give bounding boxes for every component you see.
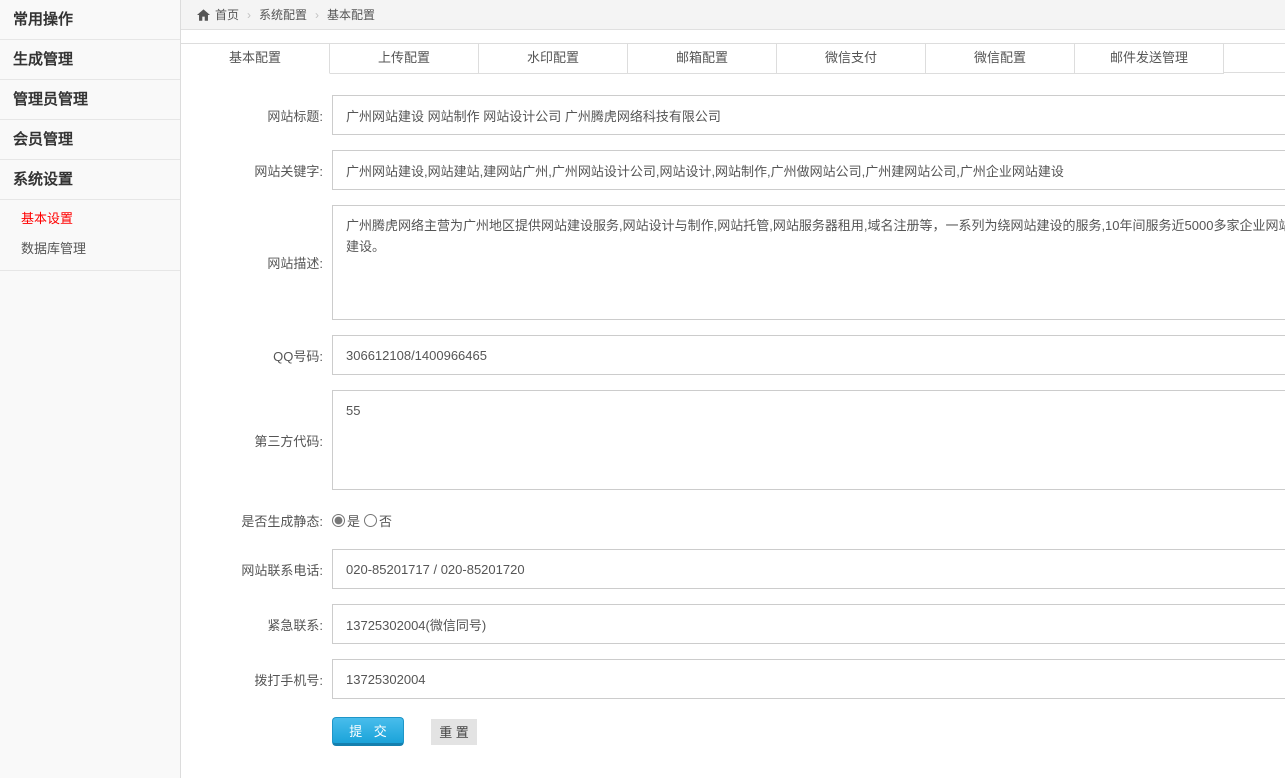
- config-tabs: 基本配置 上传配置 水印配置 邮箱配置 微信支付 微信配置 邮件发送管理: [181, 43, 1285, 73]
- generate-static-no-label[interactable]: 否: [379, 511, 392, 530]
- emergency-contact-input[interactable]: [332, 604, 1285, 644]
- generate-static-no-radio[interactable]: [364, 514, 377, 527]
- sidebar-item-system-settings[interactable]: 系统设置: [0, 160, 180, 200]
- breadcrumb-system-config[interactable]: 系统配置: [259, 6, 307, 23]
- emergency-contact-label: 紧急联系:: [181, 615, 332, 634]
- sidebar-item-admin-management[interactable]: 管理员管理: [0, 80, 180, 120]
- tab-mailbox-config[interactable]: 邮箱配置: [628, 44, 777, 74]
- sidebar-item-common-operations[interactable]: 常用操作: [0, 0, 180, 40]
- tab-upload-config[interactable]: 上传配置: [330, 44, 479, 74]
- reset-button[interactable]: 重 置: [431, 719, 477, 745]
- sidebar-subgroup-system-settings: 基本设置 数据库管理: [0, 200, 180, 271]
- form-row-site-title: 网站标题:: [181, 95, 1285, 135]
- contact-phone-label: 网站联系电话:: [181, 560, 332, 579]
- tab-wechat-config[interactable]: 微信配置: [926, 44, 1075, 74]
- submit-button[interactable]: 提 交: [332, 717, 404, 746]
- site-title-label: 网站标题:: [181, 106, 332, 125]
- qq-number-label: QQ号码:: [181, 346, 332, 365]
- mobile-number-label: 拨打手机号:: [181, 670, 332, 689]
- mobile-number-input[interactable]: [332, 659, 1285, 699]
- sidebar-subitem-basic-settings[interactable]: 基本设置: [0, 204, 180, 234]
- basic-config-form: 网站标题: 网站关键字: 网站描述: 广州腾虎网络主营为广州地区提供网站建设服务…: [181, 73, 1285, 746]
- tab-mail-send-management[interactable]: 邮件发送管理: [1075, 44, 1224, 74]
- breadcrumb-separator: ›: [315, 8, 319, 22]
- site-description-textarea[interactable]: 广州腾虎网络主营为广州地区提供网站建设服务,网站设计与制作,网站托管,网站服务器…: [332, 205, 1285, 320]
- generate-static-yes-radio[interactable]: [332, 514, 345, 527]
- sidebar-subitem-database-management[interactable]: 数据库管理: [0, 234, 180, 264]
- form-row-emergency-contact: 紧急联系:: [181, 604, 1285, 644]
- tab-wechat-pay[interactable]: 微信支付: [777, 44, 926, 74]
- admin-layout: 常用操作 生成管理 管理员管理 会员管理 系统设置 基本设置 数据库管理 首页 …: [0, 0, 1285, 778]
- site-description-label: 网站描述:: [181, 253, 332, 272]
- form-row-qq-number: QQ号码:: [181, 335, 1285, 375]
- form-row-site-keywords: 网站关键字:: [181, 150, 1285, 190]
- form-row-generate-static: 是否生成静态: 是 否: [181, 511, 1285, 530]
- generate-static-radio-group: 是 否: [332, 511, 1285, 530]
- breadcrumb-home-label: 首页: [215, 6, 239, 23]
- breadcrumb: 首页 › 系统配置 › 基本配置: [181, 0, 1285, 30]
- home-icon: [197, 9, 210, 21]
- tab-watermark-config[interactable]: 水印配置: [479, 44, 628, 74]
- site-title-input[interactable]: [332, 95, 1285, 135]
- form-row-third-party-code: 第三方代码: 55: [181, 390, 1285, 490]
- third-party-code-textarea[interactable]: 55: [332, 390, 1285, 490]
- form-row-site-description: 网站描述: 广州腾虎网络主营为广州地区提供网站建设服务,网站设计与制作,网站托管…: [181, 205, 1285, 320]
- main-content: 首页 › 系统配置 › 基本配置 基本配置 上传配置 水印配置 邮箱配置 微信支…: [181, 0, 1285, 778]
- generate-static-label: 是否生成静态:: [181, 511, 332, 530]
- tabs-filler: [1224, 44, 1285, 73]
- form-row-contact-phone: 网站联系电话:: [181, 549, 1285, 589]
- form-buttons: 提 交 重 置: [332, 717, 1285, 746]
- tab-basic-config[interactable]: 基本配置: [181, 44, 330, 74]
- breadcrumb-current-page: 基本配置: [327, 6, 375, 23]
- form-row-mobile-number: 拨打手机号:: [181, 659, 1285, 699]
- sidebar: 常用操作 生成管理 管理员管理 会员管理 系统设置 基本设置 数据库管理: [0, 0, 181, 778]
- sidebar-item-member-management[interactable]: 会员管理: [0, 120, 180, 160]
- third-party-code-label: 第三方代码:: [181, 431, 332, 450]
- breadcrumb-separator: ›: [247, 8, 251, 22]
- sidebar-item-generate-management[interactable]: 生成管理: [0, 40, 180, 80]
- site-keywords-label: 网站关键字:: [181, 161, 332, 180]
- qq-number-input[interactable]: [332, 335, 1285, 375]
- generate-static-yes-label[interactable]: 是: [347, 511, 360, 530]
- breadcrumb-home-link[interactable]: 首页: [197, 6, 239, 23]
- site-keywords-input[interactable]: [332, 150, 1285, 190]
- contact-phone-input[interactable]: [332, 549, 1285, 589]
